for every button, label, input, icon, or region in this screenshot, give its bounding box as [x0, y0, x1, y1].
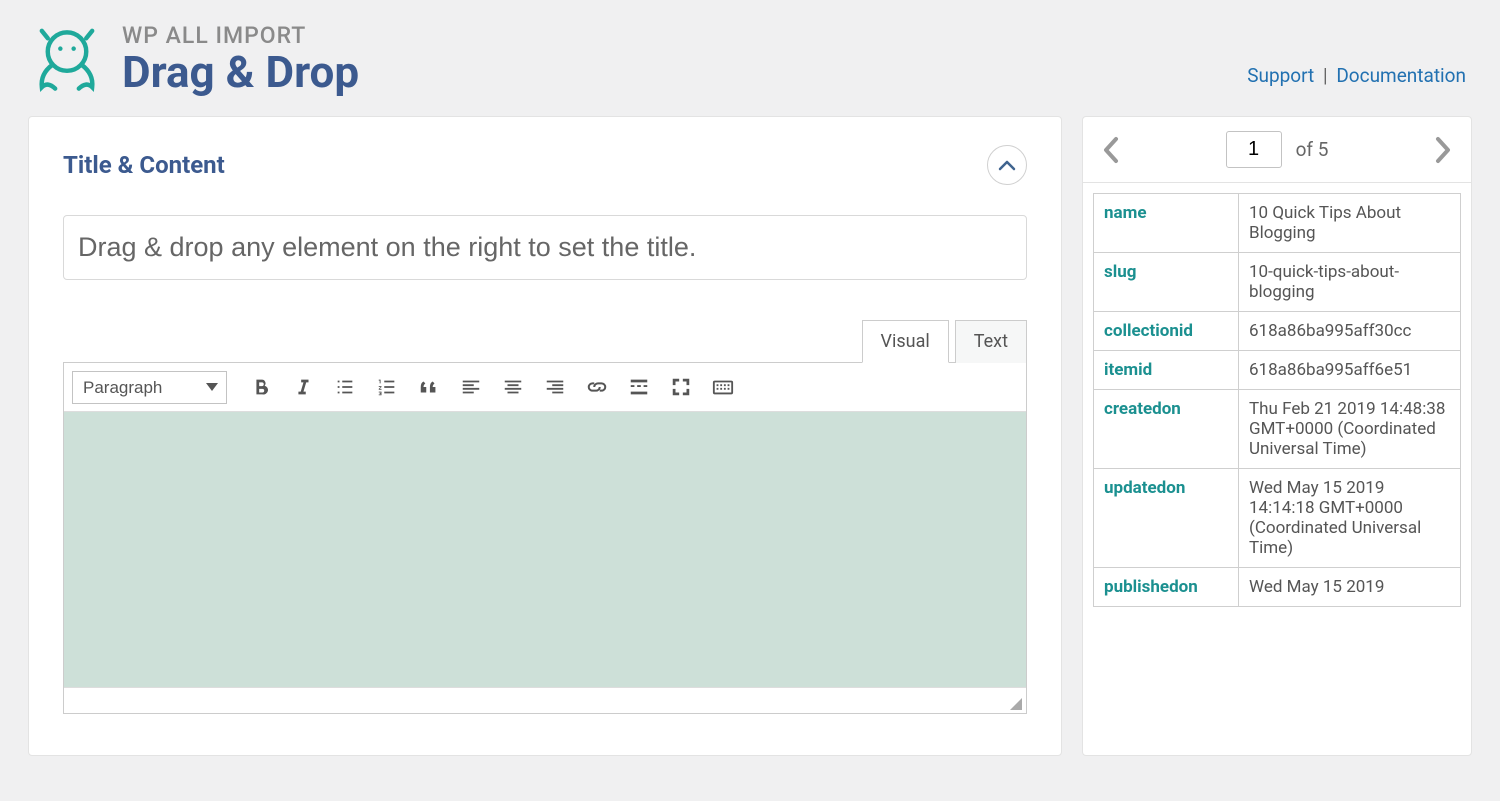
editor: Paragraph	[63, 362, 1027, 714]
field-value[interactable]: 618a86ba995aff6e51	[1238, 351, 1461, 390]
bullet-list-icon	[334, 376, 356, 398]
table-row[interactable]: publishedonWed May 15 2019	[1093, 568, 1461, 607]
field-key[interactable]: itemid	[1093, 351, 1238, 390]
tab-visual[interactable]: Visual	[862, 320, 949, 363]
numbered-list-button[interactable]	[369, 369, 405, 405]
editor-tabs: Visual Text	[63, 320, 1027, 363]
keyboard-icon	[712, 376, 734, 398]
data-preview-panel: of 5 name10 Quick Tips About Bloggingslu…	[1082, 116, 1472, 756]
field-value[interactable]: Thu Feb 21 2019 14:48:38 GMT+0000 (Coord…	[1238, 390, 1461, 469]
table-row[interactable]: updatedonWed May 15 2019 14:14:18 GMT+00…	[1093, 469, 1461, 568]
next-record-button[interactable]	[1433, 135, 1453, 165]
brand-subtitle: WP ALL IMPORT	[122, 22, 359, 49]
field-key[interactable]: updatedon	[1093, 469, 1238, 568]
field-value[interactable]: 618a86ba995aff30cc	[1238, 312, 1461, 351]
align-left-button[interactable]	[453, 369, 489, 405]
title-content-panel: Title & Content Visual Text Paragraph	[28, 116, 1062, 756]
align-center-icon	[502, 376, 524, 398]
field-value[interactable]: 10 Quick Tips About Blogging	[1238, 193, 1461, 253]
blockquote-icon	[418, 376, 440, 398]
italic-icon	[292, 376, 314, 398]
italic-button[interactable]	[285, 369, 321, 405]
align-center-button[interactable]	[495, 369, 531, 405]
page-total-label: of 5	[1296, 138, 1329, 161]
field-value[interactable]: Wed May 15 2019 14:14:18 GMT+0000 (Coord…	[1238, 469, 1461, 568]
bold-icon	[250, 376, 272, 398]
data-scroll[interactable]: name10 Quick Tips About Bloggingslug10-q…	[1083, 183, 1471, 755]
octopus-logo-icon	[30, 22, 104, 96]
format-select[interactable]: Paragraph	[72, 371, 227, 404]
table-row[interactable]: itemid618a86ba995aff6e51	[1093, 351, 1461, 390]
bold-button[interactable]	[243, 369, 279, 405]
table-row[interactable]: collectionid618a86ba995aff30cc	[1093, 312, 1461, 351]
resize-handle[interactable]	[1008, 696, 1022, 710]
support-link[interactable]: Support	[1247, 64, 1314, 87]
link-button[interactable]	[579, 369, 615, 405]
field-key[interactable]: slug	[1093, 253, 1238, 312]
header-links: Support | Documentation	[1247, 64, 1466, 87]
toolbar-toggle-button[interactable]	[705, 369, 741, 405]
table-row[interactable]: slug10-quick-tips-about-blogging	[1093, 253, 1461, 312]
collapse-button[interactable]	[987, 145, 1027, 185]
brand: WP ALL IMPORT Drag & Drop	[30, 22, 359, 96]
read-more-button[interactable]	[621, 369, 657, 405]
field-value[interactable]: 10-quick-tips-about-blogging	[1238, 253, 1461, 312]
data-table: name10 Quick Tips About Bloggingslug10-q…	[1093, 193, 1461, 607]
prev-record-button[interactable]	[1101, 135, 1121, 165]
field-key[interactable]: createdon	[1093, 390, 1238, 469]
blockquote-button[interactable]	[411, 369, 447, 405]
tab-text[interactable]: Text	[955, 320, 1027, 363]
title-input[interactable]	[63, 215, 1027, 280]
link-separator: |	[1323, 64, 1328, 87]
fullscreen-icon	[670, 376, 692, 398]
chevron-up-icon	[998, 159, 1016, 171]
header: WP ALL IMPORT Drag & Drop Support | Docu…	[0, 0, 1500, 116]
read-more-icon	[628, 376, 650, 398]
record-pager: of 5	[1083, 117, 1471, 183]
editor-footer	[64, 687, 1026, 713]
bullet-list-button[interactable]	[327, 369, 363, 405]
field-key[interactable]: name	[1093, 193, 1238, 253]
page-title: Drag & Drop	[122, 49, 359, 95]
editor-toolbar: Paragraph	[64, 363, 1026, 412]
page-number-input[interactable]	[1226, 131, 1282, 168]
table-row[interactable]: name10 Quick Tips About Blogging	[1093, 193, 1461, 253]
field-key[interactable]: publishedon	[1093, 568, 1238, 607]
align-right-button[interactable]	[537, 369, 573, 405]
content-editor-area[interactable]	[64, 412, 1026, 687]
section-heading: Title & Content	[63, 151, 225, 179]
fullscreen-button[interactable]	[663, 369, 699, 405]
table-row[interactable]: createdonThu Feb 21 2019 14:48:38 GMT+00…	[1093, 390, 1461, 469]
chevron-left-icon	[1101, 135, 1121, 165]
brand-text: WP ALL IMPORT Drag & Drop	[122, 22, 359, 95]
chevron-right-icon	[1433, 135, 1453, 165]
documentation-link[interactable]: Documentation	[1336, 64, 1466, 87]
align-right-icon	[544, 376, 566, 398]
link-icon	[586, 376, 608, 398]
field-value[interactable]: Wed May 15 2019	[1238, 568, 1461, 607]
align-left-icon	[460, 376, 482, 398]
field-key[interactable]: collectionid	[1093, 312, 1238, 351]
numbered-list-icon	[376, 376, 398, 398]
